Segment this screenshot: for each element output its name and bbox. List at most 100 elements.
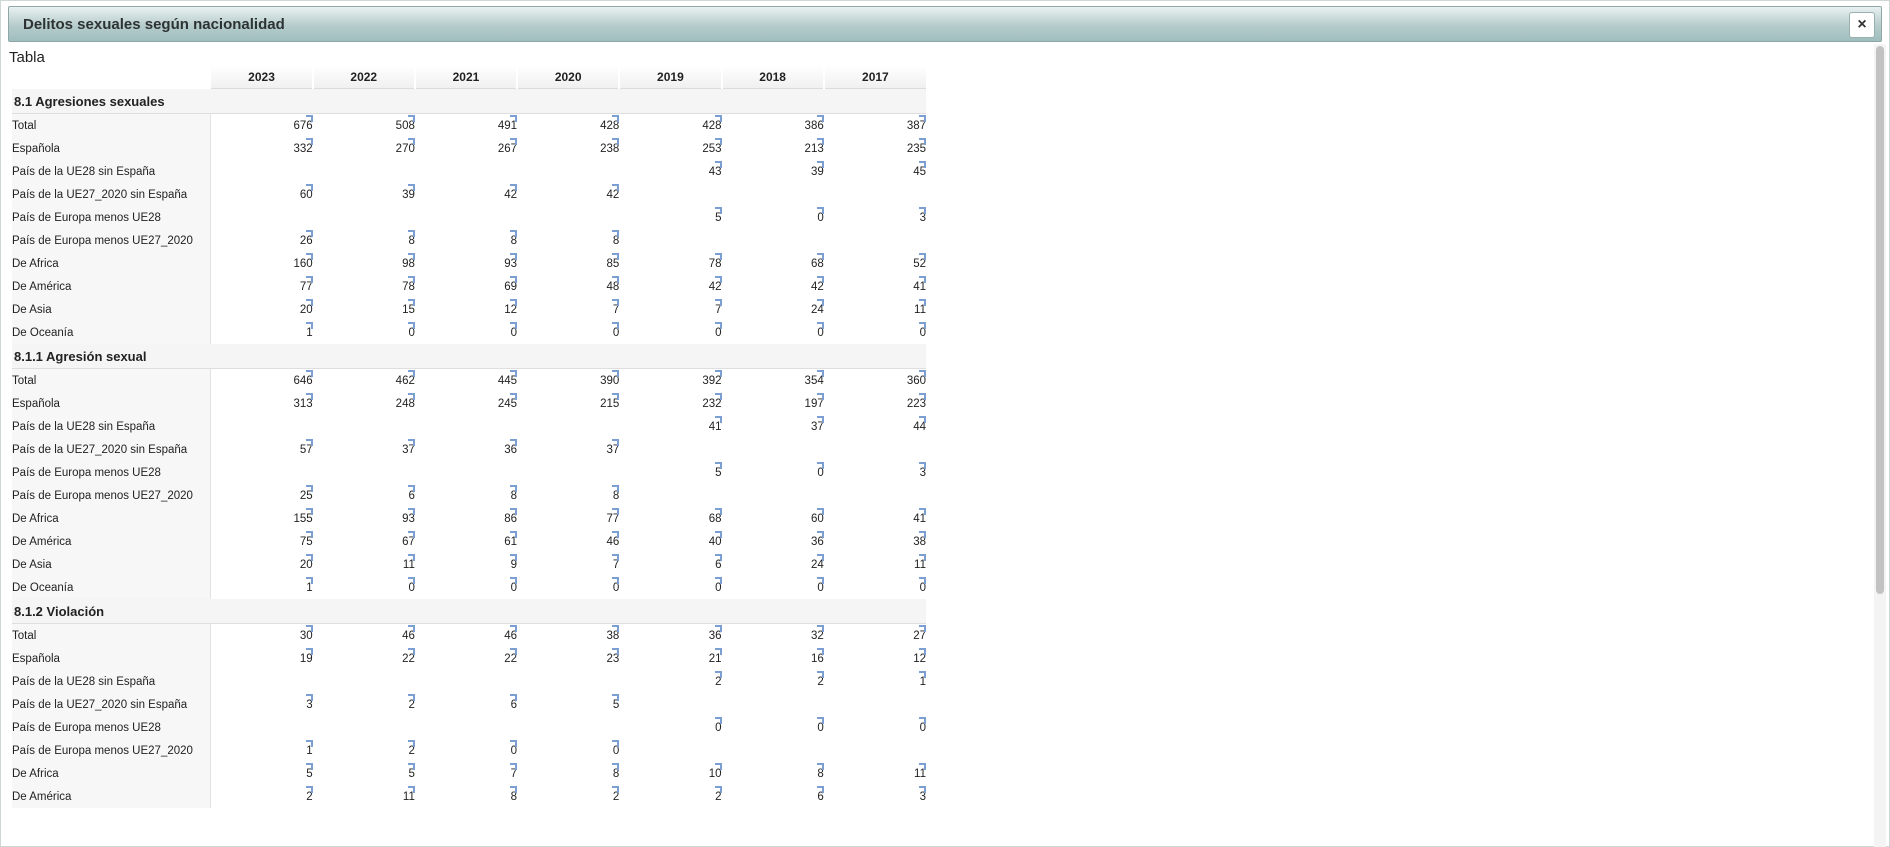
cell-info-corner-icon[interactable]: [612, 393, 620, 400]
cell-info-corner-icon[interactable]: [510, 138, 518, 145]
column-header-year[interactable]: 2023: [209, 66, 313, 89]
table-cell[interactable]: 8: [517, 229, 620, 252]
cell-info-corner-icon[interactable]: [816, 625, 824, 632]
table-cell[interactable]: 5: [210, 762, 313, 785]
table-cell[interactable]: 41: [619, 415, 722, 438]
cell-info-corner-icon[interactable]: [510, 184, 518, 191]
table-cell[interactable]: 3: [210, 693, 313, 716]
table-cell[interactable]: 48: [517, 275, 620, 298]
table-cell[interactable]: 8: [415, 785, 518, 808]
table-cell[interactable]: 7: [619, 298, 722, 321]
cell-info-corner-icon[interactable]: [305, 230, 313, 237]
cell-info-corner-icon[interactable]: [714, 508, 722, 515]
cell-info-corner-icon[interactable]: [305, 370, 313, 377]
table-cell[interactable]: 354: [722, 369, 824, 393]
table-cell[interactable]: 8: [517, 484, 620, 507]
table-cell[interactable]: 37: [722, 415, 824, 438]
table-cell[interactable]: 22: [415, 647, 518, 670]
cell-info-corner-icon[interactable]: [407, 276, 415, 283]
table-cell[interactable]: 1: [210, 739, 313, 762]
table-cell[interactable]: 41: [824, 507, 926, 530]
cell-info-corner-icon[interactable]: [510, 648, 518, 655]
cell-info-corner-icon[interactable]: [714, 115, 722, 122]
table-cell[interactable]: 41: [824, 275, 926, 298]
cell-info-corner-icon[interactable]: [305, 763, 313, 770]
cell-info-corner-icon[interactable]: [407, 554, 415, 561]
table-cell[interactable]: 23: [517, 647, 620, 670]
cell-info-corner-icon[interactable]: [919, 462, 926, 469]
cell-info-corner-icon[interactable]: [510, 276, 518, 283]
table-cell[interactable]: 0: [722, 576, 824, 599]
table-cell[interactable]: 646: [210, 369, 313, 393]
table-cell[interactable]: 11: [824, 762, 926, 785]
cell-info-corner-icon[interactable]: [612, 184, 620, 191]
table-cell[interactable]: 77: [517, 507, 620, 530]
table-cell[interactable]: 491: [415, 114, 518, 138]
cell-info-corner-icon[interactable]: [714, 763, 722, 770]
column-header-year[interactable]: 2021: [413, 66, 518, 89]
table-cell[interactable]: 93: [313, 507, 415, 530]
cell-info-corner-icon[interactable]: [305, 577, 313, 584]
cell-info-corner-icon[interactable]: [816, 299, 824, 306]
cell-info-corner-icon[interactable]: [714, 276, 722, 283]
cell-info-corner-icon[interactable]: [305, 322, 313, 329]
cell-info-corner-icon[interactable]: [510, 322, 518, 329]
cell-info-corner-icon[interactable]: [510, 253, 518, 260]
cell-info-corner-icon[interactable]: [919, 161, 926, 168]
table-cell[interactable]: 2: [313, 739, 415, 762]
cell-info-corner-icon[interactable]: [816, 322, 824, 329]
cell-info-corner-icon[interactable]: [612, 138, 620, 145]
cell-info-corner-icon[interactable]: [816, 717, 824, 724]
table-cell[interactable]: 313: [210, 392, 313, 415]
table-cell[interactable]: 1: [210, 321, 313, 344]
cell-info-corner-icon[interactable]: [407, 370, 415, 377]
table-cell[interactable]: 36: [619, 624, 722, 648]
cell-info-corner-icon[interactable]: [612, 230, 620, 237]
cell-info-corner-icon[interactable]: [407, 694, 415, 701]
cell-info-corner-icon[interactable]: [919, 416, 926, 423]
table-cell[interactable]: 15: [313, 298, 415, 321]
cell-info-corner-icon[interactable]: [919, 671, 926, 678]
table-cell[interactable]: 6: [722, 785, 824, 808]
cell-info-corner-icon[interactable]: [714, 393, 722, 400]
column-header-year[interactable]: 2022: [311, 66, 415, 89]
cell-info-corner-icon[interactable]: [919, 625, 926, 632]
table-cell[interactable]: 9: [415, 553, 518, 576]
cell-info-corner-icon[interactable]: [407, 138, 415, 145]
cell-info-corner-icon[interactable]: [407, 763, 415, 770]
cell-info-corner-icon[interactable]: [612, 554, 620, 561]
table-cell[interactable]: 11: [313, 785, 415, 808]
table-cell[interactable]: 16: [722, 647, 824, 670]
table-cell[interactable]: 5: [517, 693, 620, 716]
cell-info-corner-icon[interactable]: [407, 485, 415, 492]
cell-info-corner-icon[interactable]: [816, 554, 824, 561]
cell-info-corner-icon[interactable]: [407, 299, 415, 306]
table-cell[interactable]: 462: [313, 369, 415, 393]
table-cell[interactable]: 24: [722, 298, 824, 321]
table-cell[interactable]: 3: [824, 461, 926, 484]
table-cell[interactable]: 12: [415, 298, 518, 321]
table-cell[interactable]: 5: [313, 762, 415, 785]
cell-info-corner-icon[interactable]: [305, 694, 313, 701]
table-cell[interactable]: 20: [210, 553, 313, 576]
cell-info-corner-icon[interactable]: [612, 694, 620, 701]
cell-info-corner-icon[interactable]: [612, 115, 620, 122]
column-header-year[interactable]: 2019: [618, 66, 722, 89]
table-cell[interactable]: 86: [415, 507, 518, 530]
cell-info-corner-icon[interactable]: [612, 786, 620, 793]
cell-info-corner-icon[interactable]: [714, 462, 722, 469]
cell-info-corner-icon[interactable]: [305, 648, 313, 655]
table-cell[interactable]: 11: [824, 298, 926, 321]
cell-info-corner-icon[interactable]: [816, 671, 824, 678]
table-cell[interactable]: 428: [517, 114, 620, 138]
table-cell[interactable]: 2: [517, 785, 620, 808]
cell-info-corner-icon[interactable]: [510, 763, 518, 770]
table-cell[interactable]: 67: [313, 530, 415, 553]
table-cell[interactable]: 8: [415, 229, 518, 252]
cell-info-corner-icon[interactable]: [612, 299, 620, 306]
cell-info-corner-icon[interactable]: [919, 577, 926, 584]
table-cell[interactable]: 38: [517, 624, 620, 648]
table-cell[interactable]: 392: [619, 369, 722, 393]
table-cell[interactable]: 215: [517, 392, 620, 415]
table-cell[interactable]: 8: [415, 484, 518, 507]
